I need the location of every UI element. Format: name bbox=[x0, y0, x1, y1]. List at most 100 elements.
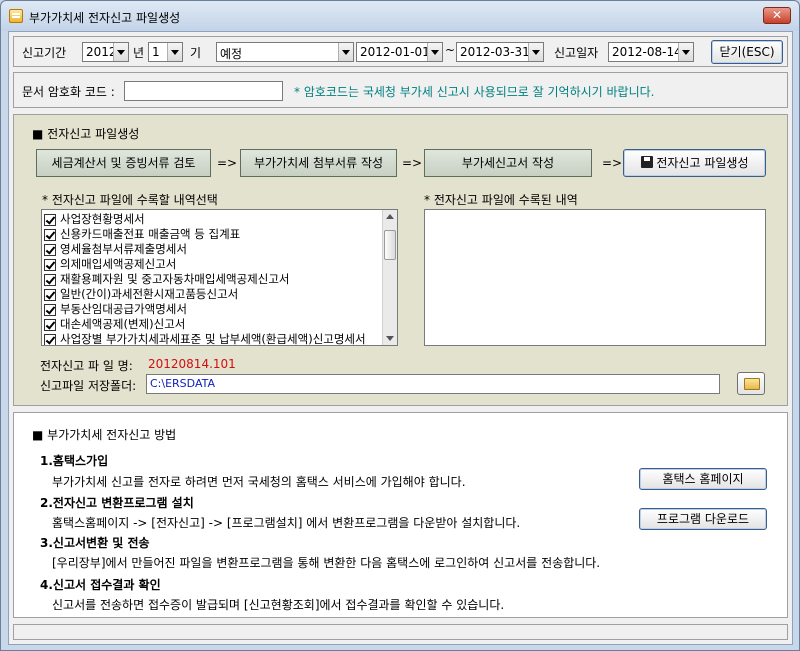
start-date-picker[interactable]: 2012-01-01 bbox=[356, 42, 443, 62]
create-file-button[interactable]: 전자신고 파일생성 bbox=[623, 149, 766, 177]
step-attachments[interactable]: 부가가치세 첨부서류 작성 bbox=[240, 149, 397, 177]
list-item-label: 부동산임대공급가액명세서 bbox=[60, 302, 187, 316]
list-item-label: 대손세액공제(변제)신고서 bbox=[60, 317, 186, 331]
create-section-title: ■ 전자신고 파일생성 bbox=[32, 127, 140, 141]
folder-label: 신고파일 저장폴더: bbox=[40, 379, 137, 393]
password-label: 문서 암호화 코드 : bbox=[22, 85, 115, 99]
howto-step-title: 4.신고서 접수결과 확인 bbox=[40, 578, 161, 592]
step-arrow: => bbox=[217, 156, 238, 170]
checkbox[interactable] bbox=[44, 303, 56, 316]
folder-value: C:\ERSDATA bbox=[150, 377, 216, 390]
checkbox[interactable] bbox=[44, 213, 56, 226]
checkbox[interactable] bbox=[44, 243, 56, 256]
list-item[interactable]: 대손세액공제(변제)신고서 bbox=[44, 316, 185, 331]
title-bar[interactable]: 부가가치세 전자신고 파일생성 ✕ bbox=[1, 1, 799, 31]
filename-label: 전자신고 파 일 명: bbox=[40, 359, 133, 373]
close-button[interactable]: 닫기(ESC) bbox=[711, 40, 783, 64]
combo-arrow-icon[interactable] bbox=[678, 43, 693, 61]
report-type-select[interactable]: 예정 bbox=[216, 42, 354, 62]
checkbox[interactable] bbox=[44, 333, 56, 345]
list-item-label: 영세율첨부서류제출명세서 bbox=[60, 242, 187, 256]
list-item-label: 사업장현황명세서 bbox=[60, 212, 145, 226]
list-item[interactable]: 의제매입세액공제신고서 bbox=[44, 256, 176, 271]
filename-value: 20120814.101 bbox=[148, 357, 236, 371]
program-download-button[interactable]: 프로그램 다운로드 bbox=[639, 508, 767, 530]
checkbox[interactable] bbox=[44, 228, 56, 241]
checkbox[interactable] bbox=[44, 258, 56, 271]
step-vat-return[interactable]: 부가세신고서 작성 bbox=[424, 149, 592, 177]
howto-step-desc: [우리장부]에서 만들어진 파일을 변환프로그램을 통해 변환한 다음 홈택스에… bbox=[52, 556, 601, 570]
hometax-homepage-button[interactable]: 홈택스 홈페이지 bbox=[639, 468, 767, 490]
combo-arrow-icon[interactable] bbox=[338, 43, 353, 61]
recorded-items-list[interactable] bbox=[424, 209, 766, 346]
howto-step-desc: 신고서를 전송하면 접수증이 발급되며 [신고현황조회]에서 접수결과를 확인할… bbox=[52, 598, 505, 612]
list-item[interactable]: 영세율첨부서류제출명세서 bbox=[44, 241, 187, 256]
list-item-label: 일반(간이)과세전환시재고품등신고서 bbox=[60, 287, 239, 301]
checkbox[interactable] bbox=[44, 273, 56, 286]
list-item-label: 신용카드매출전표 매출금액 등 집계표 bbox=[60, 227, 241, 241]
combo-arrow-icon[interactable] bbox=[528, 43, 543, 61]
app-window: 부가가치세 전자신고 파일생성 ✕ 신고기간 2012 년 1 기 예정 201… bbox=[0, 0, 800, 651]
report-type-value: 예정 bbox=[220, 47, 243, 61]
filing-date-picker[interactable]: 2012-08-14 bbox=[608, 42, 694, 62]
scroll-down-icon[interactable] bbox=[383, 331, 397, 345]
combo-arrow-icon[interactable] bbox=[113, 43, 128, 61]
list-item[interactable]: 부동산임대공급가액명세서 bbox=[44, 301, 187, 316]
howto-panel: ■ 부가가치세 전자신고 방법 1.홈택스가입 부가가치세 신고를 전자로 하려… bbox=[13, 412, 788, 618]
year-select[interactable]: 2012 bbox=[82, 42, 129, 62]
checkbox[interactable] bbox=[44, 318, 56, 331]
create-file-label: 전자신고 파일생성 bbox=[656, 156, 749, 170]
save-disk-icon bbox=[640, 156, 653, 168]
status-bar bbox=[13, 624, 788, 640]
scroll-thumb[interactable] bbox=[384, 230, 396, 260]
term-unit: 기 bbox=[190, 46, 202, 60]
howto-step-title: 3.신고서변환 및 전송 bbox=[40, 536, 150, 550]
howto-step-title: 1.홈택스가입 bbox=[40, 454, 109, 468]
create-panel: ■ 전자신고 파일생성 세금계산서 및 증빙서류 검토 => 부가가치세 첨부서… bbox=[13, 114, 788, 406]
password-hint: * 암호코드는 국세청 부가세 신고시 사용되므로 잘 기억하시기 바랍니다. bbox=[294, 85, 655, 99]
period-label: 신고기간 bbox=[22, 46, 67, 60]
scroll-up-icon[interactable] bbox=[383, 210, 397, 224]
howto-step-desc: 부가가치세 신고를 전자로 하려면 먼저 국세청의 홈택스 서비스에 가입해야 … bbox=[52, 475, 466, 489]
password-input[interactable] bbox=[124, 81, 283, 101]
year-unit: 년 bbox=[133, 46, 145, 60]
combo-arrow-icon[interactable] bbox=[427, 43, 442, 61]
folder-open-icon bbox=[744, 378, 760, 390]
step-review-invoices[interactable]: 세금계산서 및 증빙서류 검토 bbox=[36, 149, 211, 177]
date-range-tilde: ~ bbox=[445, 43, 456, 57]
window-title: 부가가치세 전자신고 파일생성 bbox=[29, 11, 181, 25]
list-scrollbar[interactable] bbox=[382, 210, 397, 345]
password-panel: 문서 암호화 코드 : * 암호코드는 국세청 부가세 신고시 사용되므로 잘 … bbox=[13, 72, 788, 108]
end-date-picker[interactable]: 2012-03-31 bbox=[456, 42, 544, 62]
list-item[interactable]: 일반(간이)과세전환시재고품등신고서 bbox=[44, 286, 238, 301]
select-items-label: * 전자신고 파일에 수록할 내역선택 bbox=[42, 193, 218, 207]
term-value: 1 bbox=[152, 45, 160, 59]
howto-section-title: ■ 부가가치세 전자신고 방법 bbox=[32, 428, 177, 442]
filing-date-label: 신고일자 bbox=[554, 46, 599, 60]
browse-folder-button[interactable] bbox=[737, 372, 765, 395]
list-item[interactable]: 사업장별 부가가치세과세표준 및 납부세액(환급세액)신고명세서 bbox=[44, 331, 366, 346]
app-icon bbox=[9, 9, 23, 23]
howto-step-title: 2.전자신고 변환프로그램 설치 bbox=[40, 496, 194, 510]
folder-input[interactable]: C:\ERSDATA bbox=[146, 374, 720, 394]
term-select[interactable]: 1 bbox=[148, 42, 183, 62]
start-date-value: 2012-01-01 bbox=[360, 45, 430, 59]
combo-arrow-icon[interactable] bbox=[167, 43, 182, 61]
howto-step-desc: 홈택스홈페이지 -> [전자신고] -> [프로그램설치] 에서 변환프로그램을… bbox=[52, 516, 521, 530]
period-panel: 신고기간 2012 년 1 기 예정 2012-01-01 ~ 2012-03-… bbox=[13, 36, 788, 67]
year-value: 2012 bbox=[86, 45, 117, 59]
list-item[interactable]: 재활용폐자원 및 중고자동차매입세액공제신고서 bbox=[44, 271, 290, 286]
recorded-items-label: * 전자신고 파일에 수록된 내역 bbox=[424, 193, 578, 207]
list-item-label: 재활용폐자원 및 중고자동차매입세액공제신고서 bbox=[60, 272, 290, 286]
filing-date-value: 2012-08-14 bbox=[612, 45, 682, 59]
step-arrow: => bbox=[602, 156, 623, 170]
list-item-label: 의제매입세액공제신고서 bbox=[60, 257, 177, 271]
client-area: 신고기간 2012 년 1 기 예정 2012-01-01 ~ 2012-03-… bbox=[8, 31, 793, 645]
close-icon[interactable]: ✕ bbox=[763, 7, 791, 24]
checkbox[interactable] bbox=[44, 288, 56, 301]
list-item[interactable]: 사업장현황명세서 bbox=[44, 211, 145, 226]
list-item[interactable]: 신용카드매출전표 매출금액 등 집계표 bbox=[44, 226, 240, 241]
select-items-list[interactable]: 사업장현황명세서 신용카드매출전표 매출금액 등 집계표 영세율첨부서류제출명세… bbox=[41, 209, 398, 346]
list-item-label: 사업장별 부가가치세과세표준 및 납부세액(환급세액)신고명세서 bbox=[60, 332, 366, 346]
step-arrow: => bbox=[402, 156, 423, 170]
